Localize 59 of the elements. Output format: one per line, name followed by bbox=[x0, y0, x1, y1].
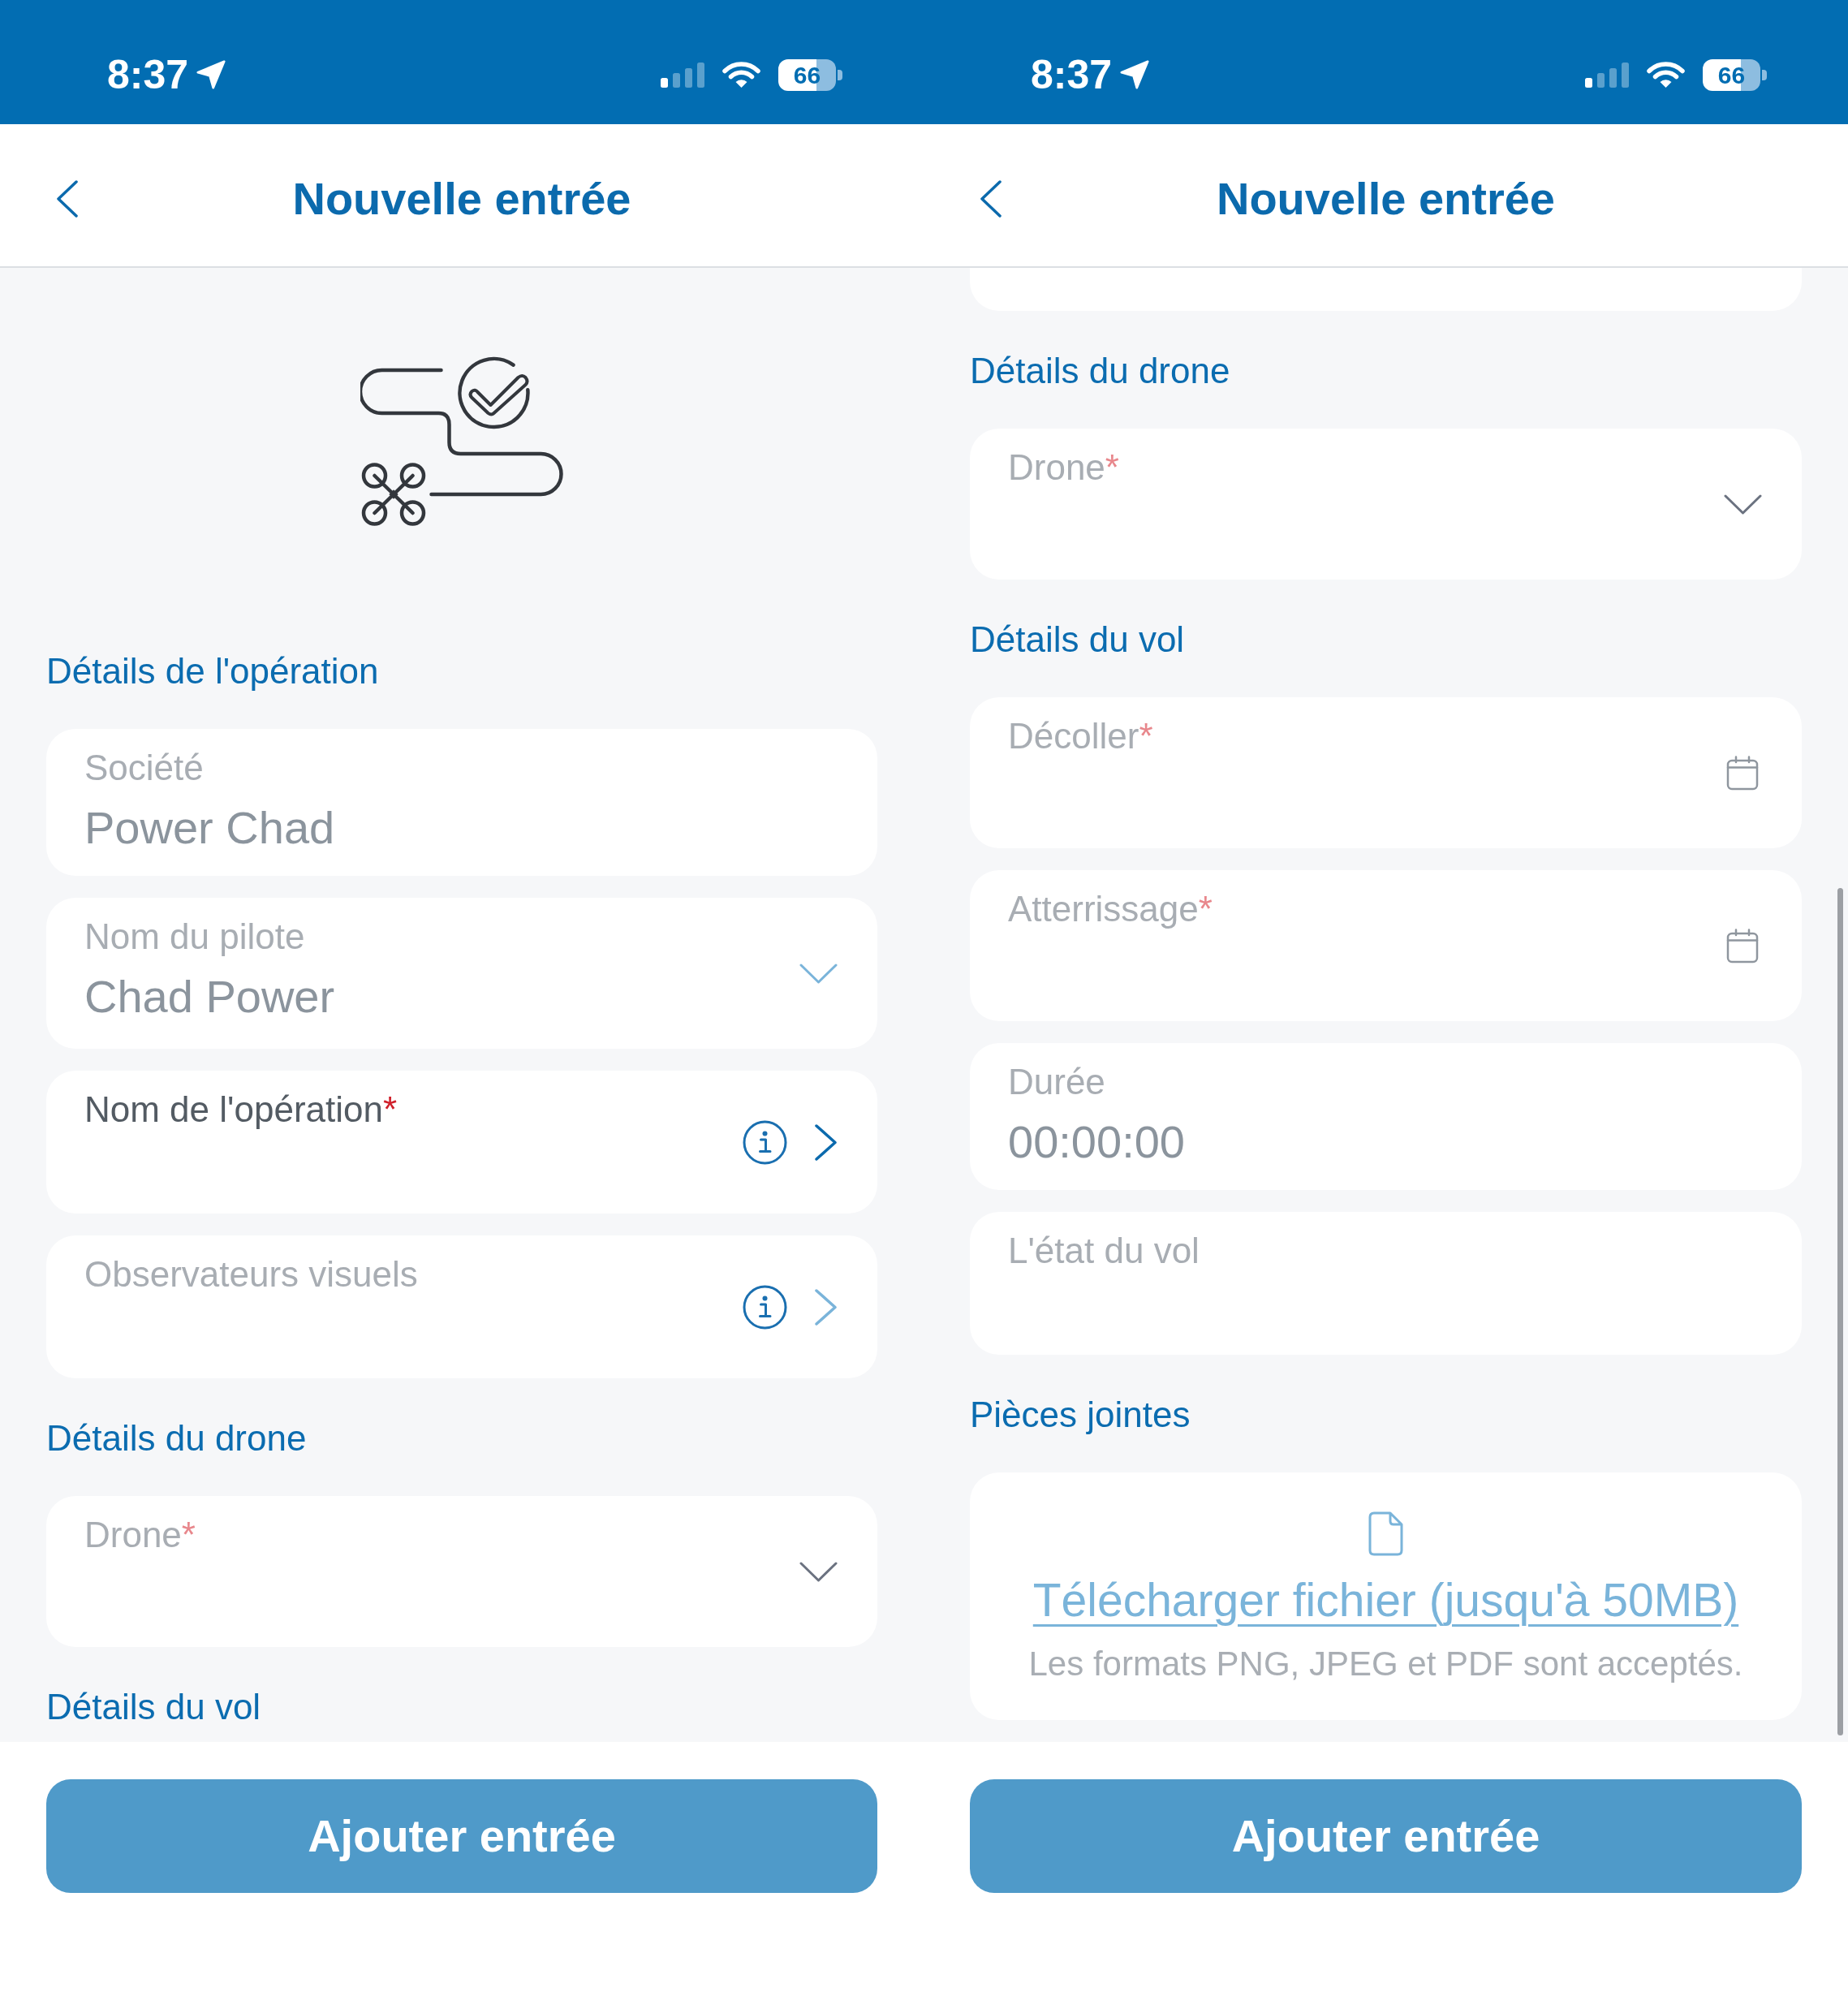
chevron-left-icon bbox=[980, 179, 1002, 218]
chevron-left-icon bbox=[56, 179, 79, 218]
chevron-down-icon bbox=[1724, 494, 1762, 515]
upload-link[interactable]: Télécharger fichier (jusqu'à 50MB) bbox=[1032, 1573, 1739, 1627]
dropdown-field[interactable]: Drone* bbox=[46, 1496, 877, 1647]
location-arrow-icon bbox=[196, 60, 226, 89]
chevron-down-icon bbox=[799, 1561, 838, 1582]
status-time: 8:37 bbox=[1031, 54, 1113, 95]
field-value: Chad Power bbox=[84, 970, 336, 1024]
field-label: Durée bbox=[1008, 1061, 1106, 1103]
battery-percentage: 66 bbox=[793, 63, 821, 88]
calendar-icon bbox=[1726, 928, 1759, 964]
section-heading: Détails du drone bbox=[46, 1417, 308, 1459]
signal-icon bbox=[1585, 62, 1629, 88]
field-value: Power Chad bbox=[84, 801, 336, 855]
location-arrow-icon bbox=[1120, 60, 1150, 89]
submit-button[interactable]: Ajouter entrée bbox=[46, 1779, 877, 1893]
chevron-down-icon bbox=[799, 963, 838, 984]
status-time: 8:37 bbox=[107, 54, 189, 95]
field-label: Nom de l'opération* bbox=[84, 1089, 398, 1131]
field-label: Atterrissage* bbox=[1008, 888, 1213, 930]
text-field[interactable]: L'état du vol bbox=[970, 1212, 1802, 1355]
file-icon bbox=[1368, 1511, 1403, 1556]
info-icon[interactable] bbox=[743, 1119, 787, 1165]
section-heading: Détails de l'opération bbox=[46, 650, 380, 692]
date-field[interactable]: Décoller* bbox=[970, 697, 1802, 848]
section-heading: Détails du vol bbox=[970, 619, 1186, 661]
battery-icon bbox=[1703, 58, 1767, 91]
battery-percentage: 66 bbox=[1717, 63, 1746, 88]
field-label: Drone* bbox=[84, 1514, 196, 1556]
section-heading: Détails du vol bbox=[46, 1686, 262, 1728]
dropdown-field[interactable]: Drone* bbox=[970, 429, 1802, 580]
text-field[interactable]: Société Power Chad bbox=[46, 729, 877, 876]
date-field[interactable]: Atterrissage* bbox=[970, 870, 1802, 1021]
calendar-icon bbox=[1726, 755, 1759, 791]
submit-button[interactable]: Ajouter entrée bbox=[970, 1779, 1802, 1893]
field-label: Drone* bbox=[1008, 446, 1120, 489]
battery-icon bbox=[778, 58, 842, 91]
dropdown-field[interactable]: Nom du pilote Chad Power bbox=[46, 898, 877, 1049]
text-field[interactable]: Durée 00:00:00 bbox=[970, 1043, 1802, 1190]
field-label: Décoller* bbox=[1008, 715, 1154, 757]
section-heading: Détails du drone bbox=[970, 350, 1231, 392]
section-heading: Pièces jointes bbox=[970, 1394, 1191, 1436]
link-field[interactable]: Nom de l'opération* bbox=[46, 1071, 877, 1214]
field-label: Nom du pilote bbox=[84, 916, 306, 958]
screen-title: Nouvelle entrée bbox=[292, 175, 631, 222]
back-button[interactable] bbox=[56, 179, 79, 218]
wifi-icon bbox=[722, 61, 760, 88]
field-label: Société bbox=[84, 747, 205, 789]
info-icon[interactable] bbox=[743, 1284, 787, 1330]
screen-title: Nouvelle entrée bbox=[1216, 175, 1555, 222]
link-field[interactable]: Observateurs visuels bbox=[46, 1235, 877, 1378]
signal-icon bbox=[661, 62, 704, 88]
back-button[interactable] bbox=[980, 179, 1002, 218]
field-value: 00:00:00 bbox=[1008, 1115, 1186, 1169]
field-label: L'état du vol bbox=[1008, 1230, 1200, 1272]
field-label: Observateurs visuels bbox=[84, 1253, 419, 1296]
wifi-icon bbox=[1647, 61, 1685, 88]
upload-hint: Les formats PNG, JPEG et PDF sont acceptés. bbox=[1028, 1644, 1743, 1684]
